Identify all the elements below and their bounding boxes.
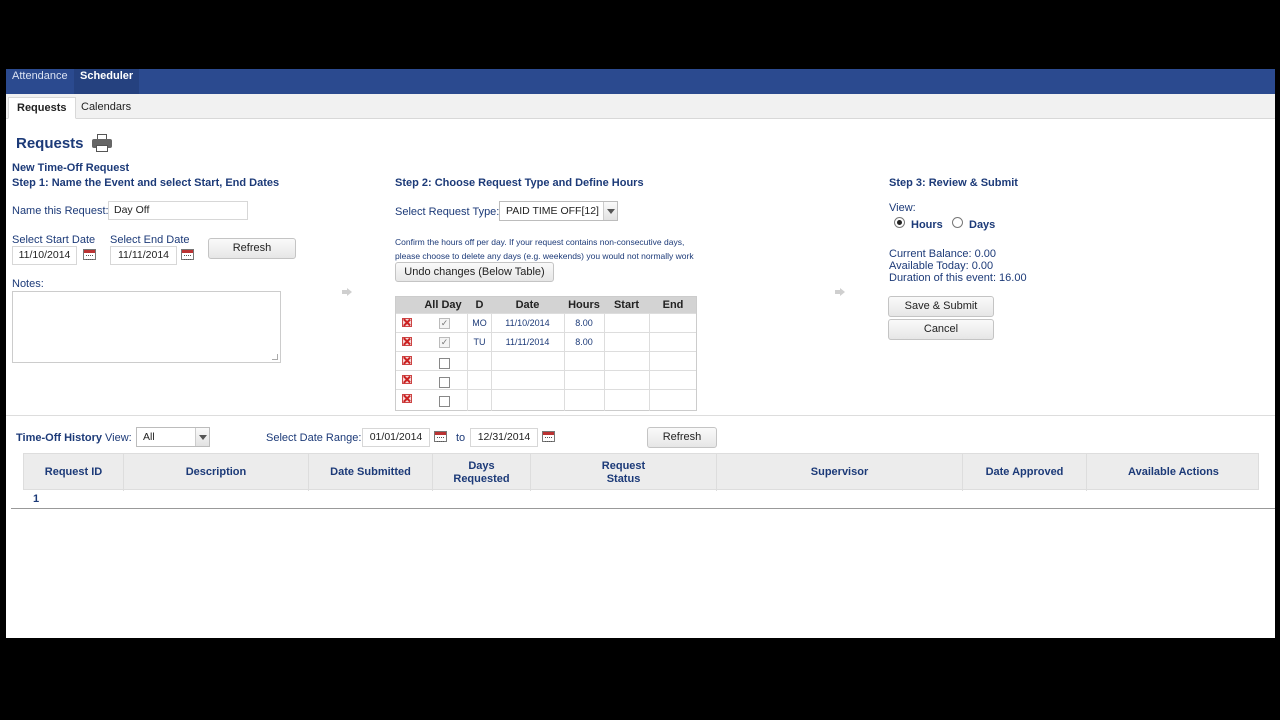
start-date-label: Select Start Date bbox=[12, 234, 96, 246]
history-view-value: All bbox=[143, 431, 155, 443]
row-day: TU bbox=[473, 337, 486, 347]
col-day: D bbox=[475, 299, 484, 311]
delete-row-icon[interactable] bbox=[402, 356, 412, 365]
all-day-checkbox[interactable]: ✓ bbox=[439, 337, 450, 348]
arrow-right-icon bbox=[342, 288, 352, 296]
view-label: View: bbox=[889, 202, 916, 214]
hours-row bbox=[396, 389, 696, 408]
all-day-checkbox[interactable] bbox=[439, 358, 450, 369]
calendar-icon[interactable] bbox=[542, 431, 555, 442]
step3-title: Step 3: Review & Submit bbox=[889, 177, 1018, 189]
resize-grip-icon[interactable] bbox=[272, 354, 278, 360]
col-request-id[interactable]: Request ID bbox=[24, 454, 124, 491]
calendar-icon[interactable] bbox=[181, 249, 194, 260]
col-request-status[interactable]: Request Status bbox=[531, 454, 717, 491]
name-label: Name this Request: bbox=[12, 205, 109, 217]
printer-icon[interactable] bbox=[92, 134, 112, 152]
tab-scheduler[interactable]: Scheduler bbox=[74, 69, 140, 94]
request-name-input[interactable]: Day Off bbox=[108, 201, 248, 220]
tab-attendance[interactable]: Attendance bbox=[6, 69, 74, 94]
hours-instructions-1: Confirm the hours off per day. If your r… bbox=[395, 237, 685, 247]
col-date: Date bbox=[515, 299, 540, 311]
current-balance: Current Balance: 0.00 bbox=[889, 248, 997, 260]
subtab-requests[interactable]: Requests bbox=[8, 97, 76, 119]
hours-radio-label[interactable]: Hours bbox=[911, 219, 943, 231]
hours-radio[interactable] bbox=[894, 217, 905, 228]
notes-textarea[interactable] bbox=[12, 291, 281, 363]
hours-row bbox=[396, 351, 696, 370]
sub-nav: Requests Calendars bbox=[6, 94, 1275, 119]
save-submit-button[interactable]: Save & Submit bbox=[888, 296, 994, 317]
top-nav: Attendance Scheduler bbox=[6, 69, 1275, 94]
delete-row-icon[interactable] bbox=[402, 318, 412, 327]
end-date-input[interactable]: 11/11/2014 bbox=[110, 246, 177, 265]
refresh-dates-button[interactable]: Refresh bbox=[208, 238, 296, 259]
col-start: Start bbox=[613, 299, 640, 311]
col-date-approved[interactable]: Date Approved bbox=[963, 454, 1087, 491]
arrow-right-icon bbox=[835, 288, 845, 296]
chevron-down-icon bbox=[195, 428, 209, 446]
calendar-icon[interactable] bbox=[83, 249, 96, 260]
days-radio-label[interactable]: Days bbox=[969, 219, 995, 231]
request-type-select[interactable]: PAID TIME OFF[12] bbox=[499, 201, 618, 221]
request-type-label: Select Request Type: bbox=[395, 206, 500, 218]
history-view-label: View: bbox=[105, 432, 132, 444]
range-to-input[interactable]: 12/31/2014 bbox=[470, 428, 538, 447]
hours-instructions-2: please choose to delete any days (e.g. w… bbox=[395, 251, 694, 261]
range-to-label: to bbox=[456, 432, 466, 444]
history-title: Time-Off History bbox=[16, 432, 102, 444]
chevron-down-icon bbox=[603, 202, 617, 220]
row-hours[interactable]: 8.00 bbox=[564, 337, 604, 347]
hours-row: ✓ MO 11/10/2014 8.00 bbox=[396, 313, 696, 332]
history-table: Request ID Description Date Submitted Da… bbox=[11, 453, 1275, 509]
col-supervisor[interactable]: Supervisor bbox=[717, 454, 963, 491]
col-end: End bbox=[662, 299, 684, 311]
app-window: Attendance Scheduler Requests Calendars … bbox=[6, 69, 1275, 638]
start-date-input[interactable]: 11/10/2014 bbox=[12, 246, 77, 265]
available-today: Available Today: 0.00 bbox=[889, 260, 994, 272]
section-title: New Time-Off Request bbox=[12, 162, 130, 174]
row-day: MO bbox=[472, 318, 487, 328]
date-range-label: Select Date Range: bbox=[266, 432, 362, 444]
col-date-submitted[interactable]: Date Submitted bbox=[309, 454, 433, 491]
col-all-day: All Day bbox=[424, 299, 462, 311]
row-date: 11/10/2014 bbox=[505, 318, 550, 328]
col-available-actions[interactable]: Available Actions bbox=[1087, 454, 1260, 491]
delete-row-icon[interactable] bbox=[402, 394, 412, 403]
page-number-1[interactable]: 1 bbox=[33, 493, 39, 505]
event-duration: Duration of this event: 16.00 bbox=[889, 272, 1027, 284]
history-view-select[interactable]: All bbox=[136, 427, 210, 447]
notes-label: Notes: bbox=[12, 278, 44, 290]
cancel-button[interactable]: Cancel bbox=[888, 319, 994, 340]
col-days-requested[interactable]: Days Requested bbox=[433, 454, 531, 491]
row-date: 11/11/2014 bbox=[505, 337, 550, 347]
step1-title: Step 1: Name the Event and select Start,… bbox=[12, 177, 280, 189]
subtab-calendars[interactable]: Calendars bbox=[73, 97, 139, 119]
all-day-checkbox[interactable]: ✓ bbox=[439, 318, 450, 329]
calendar-icon[interactable] bbox=[434, 431, 447, 442]
undo-changes-button[interactable]: Undo changes (Below Table) bbox=[395, 262, 554, 282]
all-day-checkbox[interactable] bbox=[439, 377, 450, 388]
history-table-bottom-rule bbox=[11, 508, 1275, 509]
row-hours[interactable]: 8.00 bbox=[564, 318, 604, 328]
history-refresh-button[interactable]: Refresh bbox=[647, 427, 717, 448]
end-date-label: Select End Date bbox=[110, 234, 190, 246]
all-day-checkbox[interactable] bbox=[439, 396, 450, 407]
request-type-value: PAID TIME OFF[12] bbox=[506, 205, 599, 217]
hours-table: All Day D Date Hours Start End ✓ MO 11/1… bbox=[395, 296, 697, 411]
col-hours: Hours bbox=[568, 299, 600, 311]
hours-row: ✓ TU 11/11/2014 8.00 bbox=[396, 332, 696, 351]
hours-table-header: All Day D Date Hours Start End bbox=[396, 297, 696, 313]
range-from-input[interactable]: 01/01/2014 bbox=[362, 428, 430, 447]
col-description[interactable]: Description bbox=[124, 454, 309, 491]
page-title: Requests bbox=[16, 135, 84, 152]
step2-title: Step 2: Choose Request Type and Define H… bbox=[395, 177, 644, 189]
delete-row-icon[interactable] bbox=[402, 375, 412, 384]
section-divider bbox=[6, 415, 1275, 416]
days-radio[interactable] bbox=[952, 217, 963, 228]
hours-row bbox=[396, 370, 696, 389]
delete-row-icon[interactable] bbox=[402, 337, 412, 346]
history-table-header: Request ID Description Date Submitted Da… bbox=[23, 453, 1260, 491]
